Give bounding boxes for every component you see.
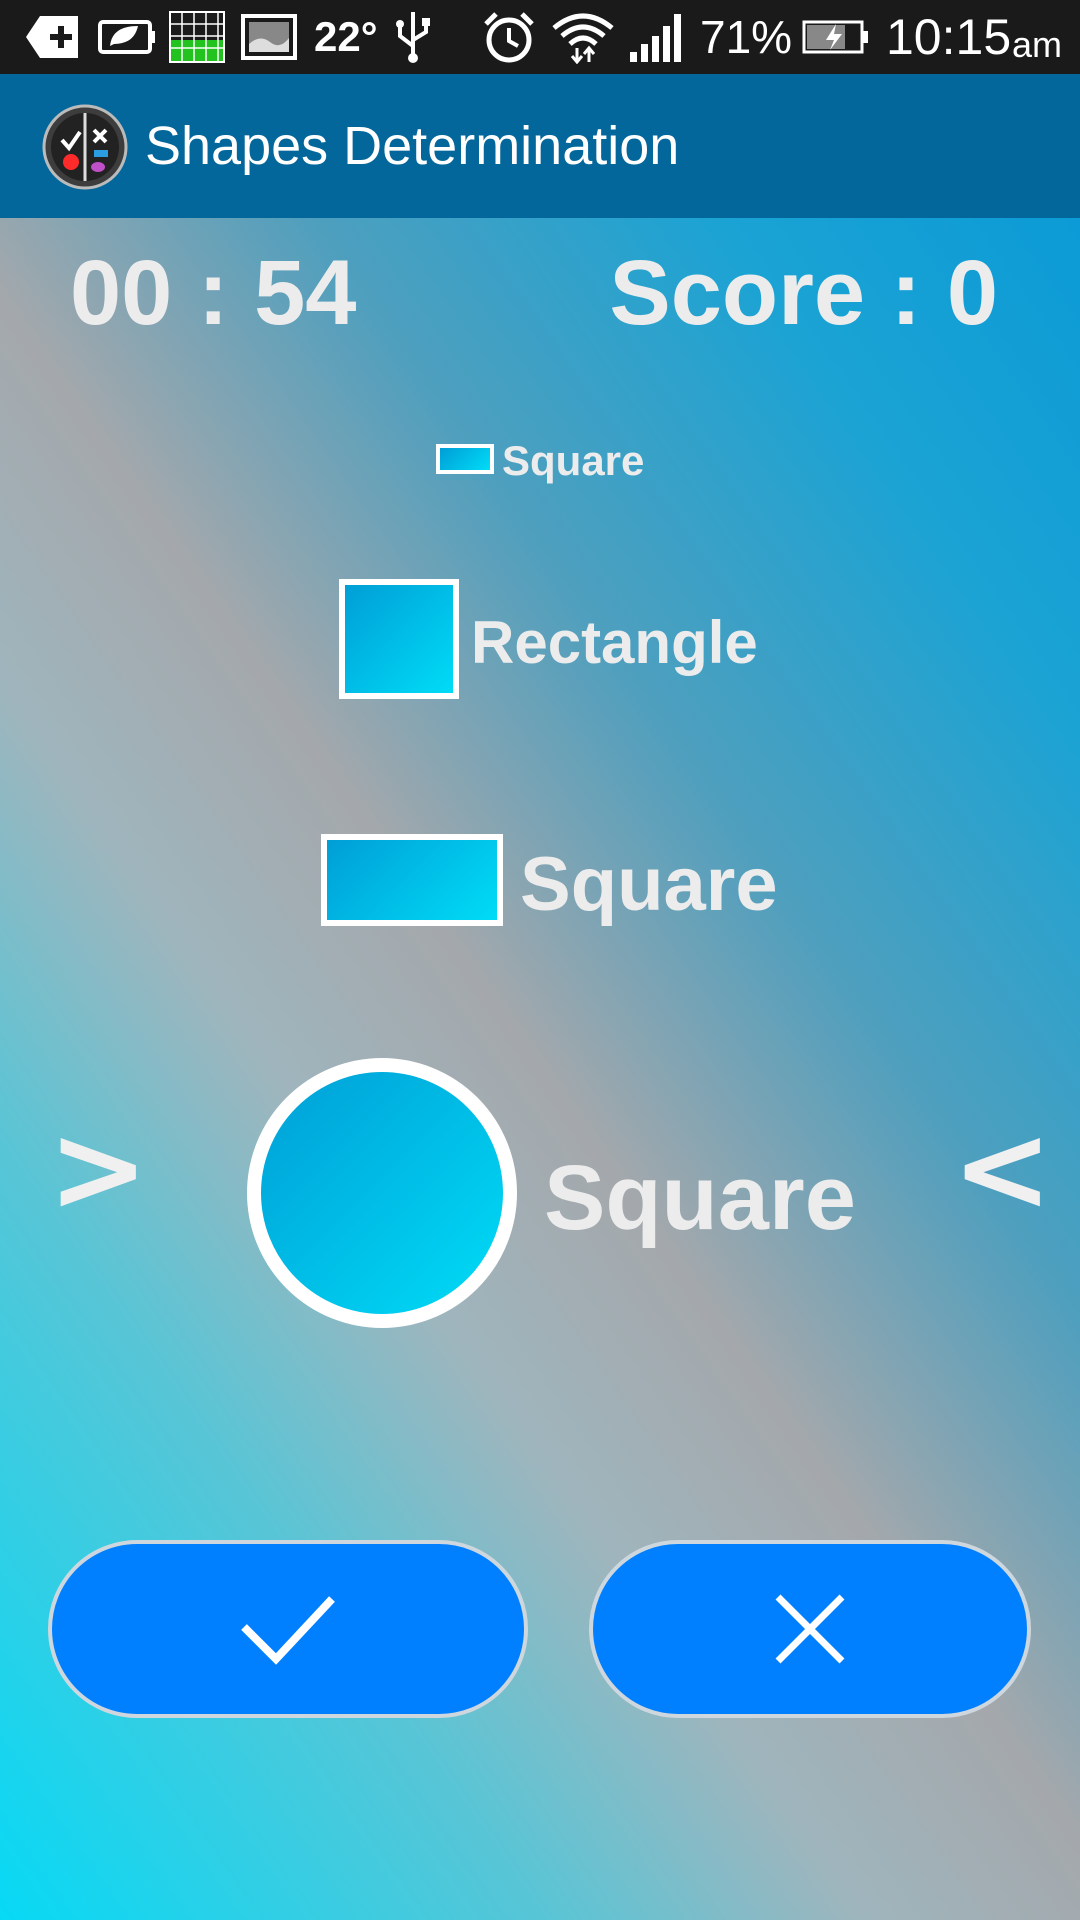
temperature-text: 22° <box>314 13 378 60</box>
app-logo-icon <box>42 104 128 190</box>
battery-saver-icon <box>98 20 155 54</box>
shape-label: Square <box>544 1147 856 1249</box>
clock-ampm: am <box>1012 24 1063 65</box>
shape-circle <box>247 1058 517 1328</box>
status-bar: 22° 71% 10:15 am <box>0 0 1080 74</box>
shape-rectangle-small <box>436 444 494 474</box>
correct-button[interactable] <box>48 1540 528 1718</box>
close-icon <box>775 1594 845 1664</box>
signal-grid-icon <box>169 11 225 63</box>
score: Score : 0 <box>609 242 998 344</box>
previous-arrow[interactable]: > <box>48 1100 149 1240</box>
battery-charging-icon <box>802 20 868 54</box>
shape-rectangle <box>321 834 503 926</box>
usb-icon <box>396 12 430 63</box>
check-icon <box>241 1596 335 1665</box>
add-icon <box>26 16 78 58</box>
cell-signal-icon <box>630 14 681 62</box>
shape-label: Square <box>520 842 778 927</box>
image-icon <box>241 14 297 60</box>
shape-label: Square <box>502 437 645 484</box>
next-arrow[interactable]: < <box>952 1100 1053 1240</box>
alarm-icon <box>484 12 534 63</box>
app-title: Shapes Determination <box>145 116 680 176</box>
battery-percent: 71% <box>700 11 793 63</box>
shape-square <box>339 579 459 699</box>
app-bar: Shapes Determination <box>0 74 1080 218</box>
wrong-button[interactable] <box>589 1540 1031 1718</box>
clock-time: 10:15 <box>886 9 1012 65</box>
timer: 00 : 54 <box>70 242 357 344</box>
shape-label: Rectangle <box>471 609 758 676</box>
game-area: 00 : 54 Score : 0 Square Rectangle Squar… <box>0 218 1080 1920</box>
wifi-icon <box>552 13 614 64</box>
